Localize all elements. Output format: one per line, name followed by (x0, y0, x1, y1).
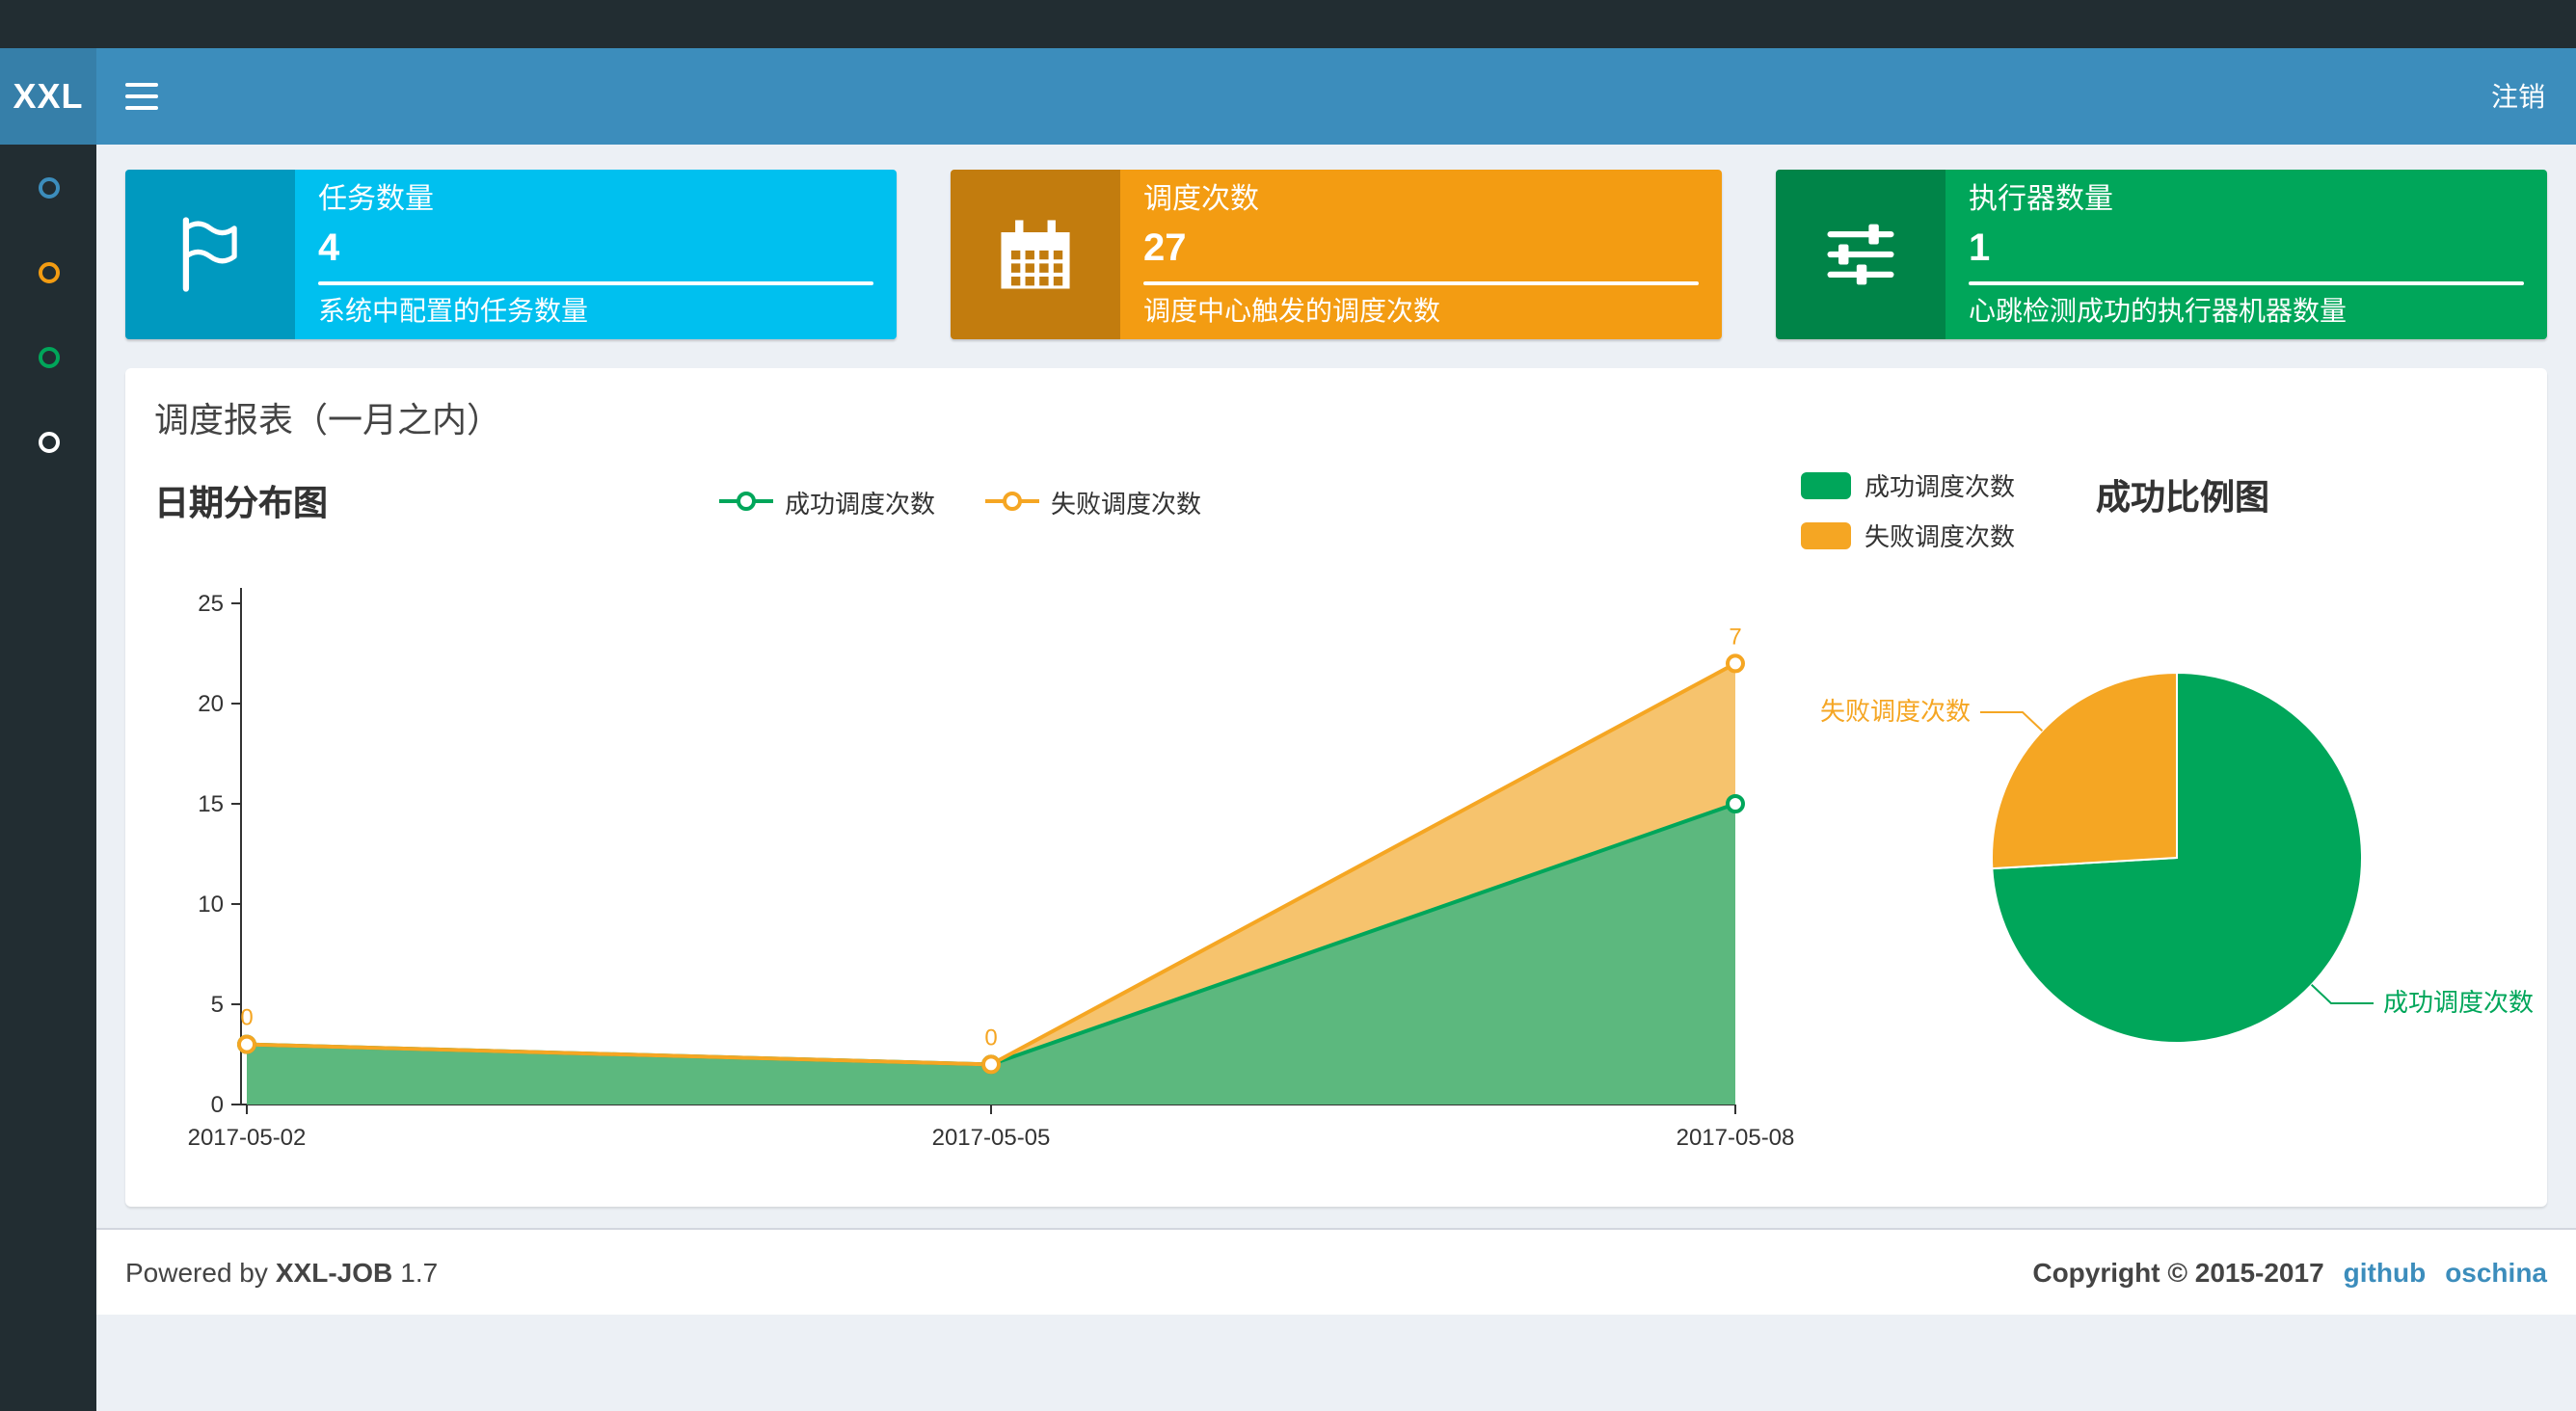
hamburger-icon (124, 82, 157, 88)
pie-chart-legend: 成功调度次数 失败调度次数 (1801, 466, 2015, 553)
panel-title: 调度报表（一月之内） (154, 401, 501, 439)
info-box-label: 调度次数 (1143, 183, 1260, 216)
app-logo[interactable]: XXL (0, 48, 96, 145)
svg-text:2017-05-05: 2017-05-05 (932, 1125, 1051, 1151)
main-content: 运行报表 任务调度中心 任务数量 4 系统中 (96, 48, 2576, 1228)
svg-text:成功调度次数: 成功调度次数 (2383, 988, 2534, 1017)
navbar-spacer (185, 48, 2460, 145)
line-chart-legend: 成功调度次数 失败调度次数 (154, 483, 1766, 519)
info-box-value: 1 (1969, 227, 1991, 271)
svg-text:失败调度次数: 失败调度次数 (1820, 697, 1971, 726)
logout-link[interactable]: 注销 (2460, 48, 2576, 145)
copyright: Copyright © 2015-2017 (2032, 1257, 2324, 1288)
svg-text:10: 10 (198, 892, 224, 918)
info-box-description: 调度中心触发的调度次数 (1143, 295, 1440, 327)
circle-icon (38, 346, 59, 367)
legend-item-成功调度次数[interactable]: 成功调度次数 (718, 483, 935, 519)
calendar-icon (951, 170, 1120, 339)
powered-by: Powered by XXL-JOB 1.7 (125, 1257, 439, 1288)
legend-swatch-icon (1801, 521, 1851, 548)
info-box-progress (1143, 280, 1699, 285)
svg-text:0: 0 (240, 1005, 253, 1031)
legend-item-成功调度次数[interactable]: 成功调度次数 (1801, 466, 2015, 503)
sidebar (0, 145, 96, 1411)
legend-swatch-icon (1801, 471, 1851, 498)
schedule-report-panel: 调度报表（一月之内） 成功调度次数 失败调度次数 日期分布图 0 5 10 15 20 25… (125, 368, 2547, 1207)
circle-icon (38, 176, 59, 198)
svg-text:15: 15 (198, 791, 224, 817)
pie-chart-title: 成功比例图 (2096, 478, 2270, 517)
legend-item-失败调度次数[interactable]: 失败调度次数 (985, 483, 1201, 519)
flag-icon (125, 170, 295, 339)
info-box-executors: 执行器数量 1 心跳检测成功的执行器机器数量 (1776, 170, 2547, 339)
legend-line-marker-icon (718, 492, 773, 511)
date-distribution-chart-area: 成功调度次数 失败调度次数 日期分布图 0 5 10 15 20 25 2017-05-02 2… (154, 466, 1794, 1172)
svg-text:7: 7 (1729, 624, 1741, 650)
sidebar-item-3[interactable] (0, 314, 96, 399)
info-box-row: 任务数量 4 系统中配置的任务数量 调度次数 27 调度中心触发的调度次数 执行… (125, 170, 2547, 339)
pie-chart: 成功调度次数 失败调度次数 (1820, 671, 2534, 1044)
sliders-icon (1776, 170, 1945, 339)
app-window: XXL 注销 运行报表 任务调度中心 (0, 48, 2576, 1411)
line-chart-title: 日期分布图 (154, 484, 328, 522)
line-chart: 05101520252017-05-02 2017-05-05 2017-05-08… (188, 588, 1794, 1151)
info-box-description: 系统中配置的任务数量 (318, 295, 588, 327)
sidebar-item-2[interactable] (0, 229, 96, 314)
info-box-progress (1969, 280, 2524, 285)
svg-text:0: 0 (211, 1092, 224, 1118)
info-box-label: 任务数量 (318, 183, 435, 216)
info-box-description: 心跳检测成功的执行器机器数量 (1969, 295, 2347, 327)
circle-icon (38, 261, 59, 282)
legend-item-失败调度次数[interactable]: 失败调度次数 (1801, 517, 2015, 553)
legend-line-marker-icon (985, 492, 1039, 511)
svg-text:2017-05-02: 2017-05-02 (188, 1125, 307, 1151)
circle-icon (38, 431, 59, 452)
info-box-triggers: 调度次数 27 调度中心触发的调度次数 (951, 170, 1722, 339)
info-box-label: 执行器数量 (1969, 183, 2114, 216)
sidebar-item-1[interactable] (0, 145, 96, 229)
info-box-value: 4 (318, 227, 340, 271)
info-box-tasks: 任务数量 4 系统中配置的任务数量 (125, 170, 897, 339)
github-link[interactable]: github (2344, 1257, 2427, 1288)
svg-text:5: 5 (211, 992, 224, 1018)
page-footer: Powered by XXL-JOB 1.7 Copyright © 2015-20… (96, 1228, 2576, 1315)
charts-row: 成功调度次数 失败调度次数 日期分布图 0 5 10 15 20 25 2017-05-02 2… (125, 455, 2547, 1207)
info-box-progress (318, 280, 873, 285)
oschina-link[interactable]: oschina (2445, 1257, 2547, 1288)
svg-text:20: 20 (198, 691, 224, 717)
svg-text:25: 25 (198, 591, 224, 617)
sidebar-toggle-button[interactable] (96, 48, 185, 145)
info-box-value: 27 (1143, 227, 1187, 271)
svg-text:0: 0 (984, 1025, 997, 1051)
top-navbar: XXL 注销 (0, 48, 2576, 145)
sidebar-item-4[interactable] (0, 399, 96, 484)
success-ratio-chart-area: 成功调度次数 失败调度次数 成功比例图 成功调度次数 失败调度次数 (1766, 466, 2534, 1172)
